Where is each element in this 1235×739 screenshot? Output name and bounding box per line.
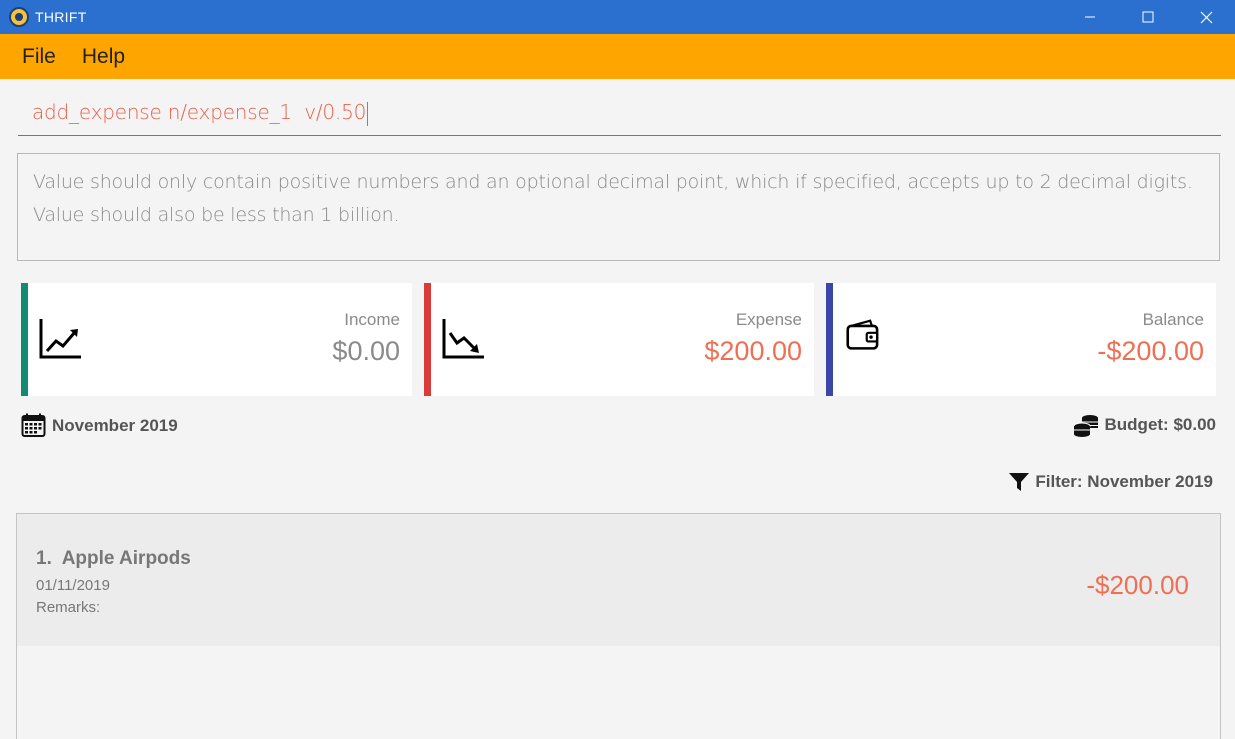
minimize-button[interactable] [1061, 0, 1119, 34]
expense-card: Expense $200.00 [424, 283, 814, 396]
thrift-window: THRIFT File Help add_expense n/expense_1… [0, 0, 1235, 739]
trending-up-icon [39, 319, 81, 359]
text-cursor [367, 101, 369, 126]
filter-icon [1009, 473, 1030, 491]
app-logo-icon [9, 7, 29, 27]
balance-amount: -$200.00 [1097, 336, 1204, 366]
income-label: Income [344, 310, 400, 329]
menu-help[interactable]: Help [82, 45, 125, 69]
result-display: Value should only contain positive numbe… [17, 153, 1220, 261]
menu-bar: File Help [0, 34, 1235, 79]
maximize-icon [1142, 11, 1154, 23]
balance-card-bar [826, 283, 833, 396]
title-bar: THRIFT [0, 0, 1235, 34]
command-text: add_expense n/expense_1 v/0.50 [32, 100, 367, 124]
expense-card-bar [424, 283, 431, 396]
transaction-date: 01/11/2019 [36, 577, 110, 594]
menu-file[interactable]: File [22, 45, 56, 69]
list-item[interactable]: 1. Apple Airpods 01/11/2019 Remarks: -$2… [17, 514, 1220, 646]
transaction-remarks: Remarks: [36, 599, 101, 616]
calendar-icon [21, 413, 46, 437]
maximize-button[interactable] [1119, 0, 1177, 34]
close-icon [1200, 11, 1212, 23]
balance-card: Balance -$200.00 [826, 283, 1216, 396]
result-line-2: Value should also be less than 1 billion… [33, 204, 400, 226]
minimize-icon [1085, 16, 1095, 18]
close-button[interactable] [1177, 0, 1235, 34]
budget-text: Budget: $0.00 [1104, 415, 1216, 434]
result-line-1: Value should only contain positive numbe… [33, 171, 1193, 193]
income-card: Income $0.00 [21, 283, 412, 396]
command-input[interactable]: add_expense n/expense_1 v/0.50 [18, 90, 1221, 136]
income-amount: $0.00 [332, 336, 400, 366]
wallet-icon [846, 319, 879, 350]
budget-display: Budget: $0.00 [1073, 413, 1216, 437]
coins-icon [1073, 415, 1098, 437]
income-card-bar [21, 283, 28, 396]
filter-display: Filter: November 2019 [1009, 472, 1213, 492]
window-title: THRIFT [35, 9, 87, 25]
transaction-list[interactable]: 1. Apple Airpods 01/11/2019 Remarks: -$2… [16, 513, 1221, 739]
month-display: November 2019 [21, 413, 178, 438]
transaction-title: 1. Apple Airpods [36, 548, 191, 569]
window-controls [1061, 0, 1235, 34]
balance-label: Balance [1142, 310, 1204, 329]
trending-down-icon [442, 319, 484, 359]
expense-label: Expense [735, 310, 802, 329]
expense-amount: $200.00 [704, 336, 802, 366]
month-text: November 2019 [52, 415, 178, 435]
filter-text: Filter: November 2019 [1035, 472, 1213, 491]
transaction-amount: -$200.00 [1086, 570, 1189, 600]
